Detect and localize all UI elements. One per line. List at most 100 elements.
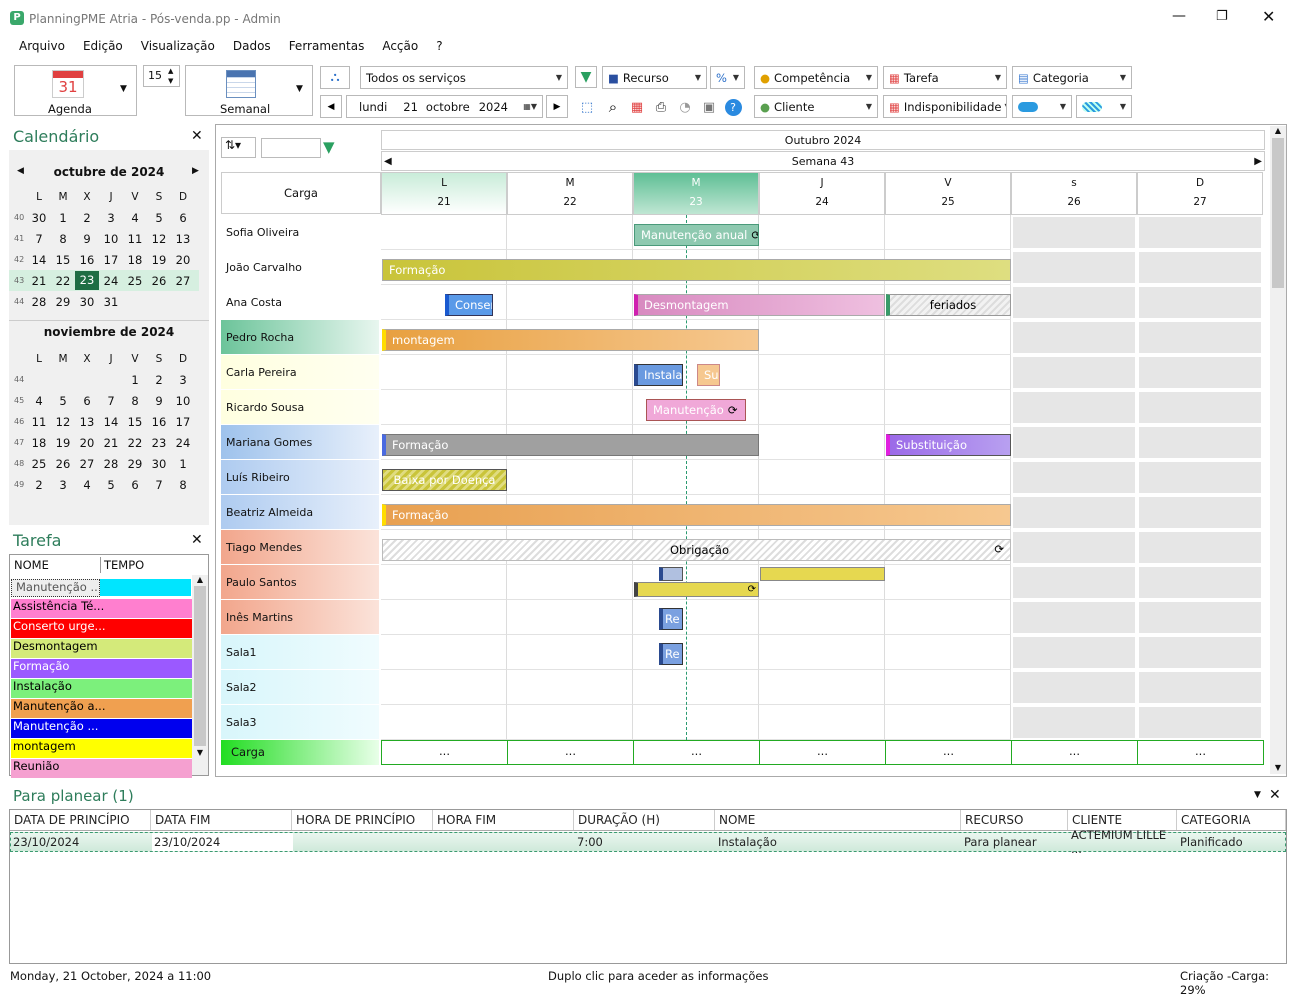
calendar-day[interactable]: 13 (171, 232, 195, 246)
calendar-day[interactable]: 16 (147, 415, 171, 429)
grid-cell[interactable] (1137, 460, 1263, 495)
prev-week-icon[interactable]: ◀ (384, 152, 392, 171)
close-icon[interactable]: ✕ (191, 532, 203, 548)
event-bar[interactable] (760, 567, 885, 581)
calendar-day[interactable]: 31 (99, 295, 123, 309)
task-item[interactable]: Reunião (11, 759, 192, 778)
calendar-day[interactable]: 15 (51, 253, 75, 267)
calendar-day[interactable]: 11 (123, 232, 147, 246)
grid-cell[interactable] (381, 705, 507, 740)
menu-visualizacao[interactable]: Visualização (141, 39, 215, 57)
grid-cell[interactable] (1137, 390, 1263, 425)
day-header[interactable]: V 25 (885, 172, 1011, 215)
calendar-day[interactable]: 14 (99, 415, 123, 429)
grid-cell[interactable] (1011, 495, 1137, 530)
resource-row-label[interactable]: Beatriz Almeida (221, 495, 379, 529)
column-header[interactable]: DATA DE PRINCÍPIO (10, 810, 151, 830)
grid-cell[interactable] (381, 390, 507, 425)
calendar-day[interactable]: 6 (171, 211, 195, 225)
grid-cell[interactable] (1137, 320, 1263, 355)
calendar-day[interactable]: 10 (171, 394, 195, 408)
carga-cell[interactable]: ... (759, 740, 886, 765)
calendar-day[interactable]: 5 (51, 394, 75, 408)
grid-cell[interactable] (759, 460, 885, 495)
event-bar[interactable]: Conser (445, 294, 493, 316)
agenda-button[interactable]: 31 Agenda ▼ (14, 65, 137, 116)
column-header[interactable]: DURAÇÃO (H) (574, 810, 715, 830)
search-icon[interactable]: ⌕ (602, 96, 624, 118)
resource-row-label[interactable]: João Carvalho (221, 250, 379, 284)
event-bar[interactable]: Obrigação ⟳ (382, 539, 1011, 561)
grid-cell[interactable] (633, 670, 759, 705)
grid-cell[interactable] (885, 320, 1011, 355)
column-header[interactable]: HORA FIM (433, 810, 574, 830)
column-header[interactable]: DATA FIM (151, 810, 292, 830)
grid-cell[interactable] (507, 670, 633, 705)
calendar-day[interactable]: 30 (75, 295, 99, 309)
grid-cell[interactable] (1011, 425, 1137, 460)
column-header[interactable]: CLIENTE (1068, 810, 1177, 830)
calendar-day[interactable]: 5 (147, 211, 171, 225)
grid-cell[interactable] (381, 215, 507, 250)
column-header[interactable]: HORA DE PRINCÍPIO (292, 810, 433, 830)
calendar-day[interactable]: 30 (27, 211, 51, 225)
grid-cell[interactable] (381, 355, 507, 390)
calendar-day[interactable]: 26 (147, 274, 171, 288)
task-item[interactable]: montagem (11, 739, 192, 758)
grid-cell[interactable] (507, 635, 633, 670)
calendar-day[interactable]: 8 (51, 232, 75, 246)
grid-cell[interactable] (1137, 705, 1263, 740)
grid-cell[interactable] (759, 425, 885, 460)
grid-cell[interactable] (885, 355, 1011, 390)
grid-cell[interactable] (885, 565, 1011, 600)
calendar-day[interactable]: 3 (171, 373, 195, 387)
next-week-icon[interactable]: ▶ (1254, 152, 1262, 171)
resource-row-label[interactable]: Sala2 (221, 670, 379, 704)
calendar-day[interactable]: 30 (147, 457, 171, 471)
grid-cell[interactable] (759, 215, 885, 250)
grid-cell[interactable] (507, 390, 633, 425)
grid-cell[interactable] (507, 460, 633, 495)
grid-cell[interactable] (633, 635, 759, 670)
calendar-day[interactable]: 29 (51, 295, 75, 309)
event-bar[interactable]: Desmontagem (634, 294, 885, 316)
menu-dados[interactable]: Dados (233, 39, 271, 57)
carga-cell[interactable]: ... (1011, 740, 1138, 765)
filter-icon[interactable]: ▼ (323, 138, 335, 156)
grid-cell[interactable] (1137, 355, 1263, 390)
calendar-day[interactable]: 20 (75, 436, 99, 450)
calendar-day[interactable]: 16 (75, 253, 99, 267)
selection-icon[interactable]: ⬚ (576, 96, 598, 118)
grid-cell[interactable] (507, 285, 633, 320)
export-icon[interactable]: ▣ (698, 96, 720, 118)
event-bar[interactable]: Substituição (886, 434, 1011, 456)
task-item[interactable]: Conserto urge... (11, 619, 192, 638)
grid-cell[interactable] (759, 320, 885, 355)
calendar-day[interactable]: 12 (147, 232, 171, 246)
calendar-day[interactable]: 2 (27, 478, 51, 492)
menu-edicao[interactable]: Edição (83, 39, 123, 57)
calendar-day[interactable]: 25 (27, 457, 51, 471)
calendar-day[interactable]: 17 (171, 415, 195, 429)
event-bar[interactable]: montagem (382, 329, 759, 351)
grid-cell[interactable] (1011, 250, 1137, 285)
resource-row-label[interactable]: Luís Ribeiro (221, 460, 379, 494)
carga-cell[interactable]: ... (1137, 740, 1264, 765)
grid-cell[interactable] (759, 390, 885, 425)
task-header-name[interactable]: NOME (14, 558, 49, 572)
grid-cell[interactable] (1137, 495, 1263, 530)
task-item[interactable]: Manutenção ... (11, 719, 192, 738)
column-header[interactable]: RECURSO (961, 810, 1068, 830)
date-icon[interactable]: ▦ (626, 96, 648, 118)
carga-cell[interactable]: ... (381, 740, 508, 765)
day-header[interactable]: M 23 (633, 172, 759, 215)
task-item[interactable]: Manutenção a... (11, 699, 192, 718)
calendar-day[interactable]: 22 (123, 436, 147, 450)
prev-month-icon[interactable]: ◀ (17, 166, 24, 176)
grid-cell[interactable] (1011, 530, 1137, 565)
calendar-day[interactable]: 7 (27, 232, 51, 246)
grid-cell[interactable] (633, 460, 759, 495)
calendar-day[interactable]: 15 (123, 415, 147, 429)
minimize-icon[interactable]: — (1172, 8, 1186, 24)
column-header[interactable]: NOME (715, 810, 961, 830)
